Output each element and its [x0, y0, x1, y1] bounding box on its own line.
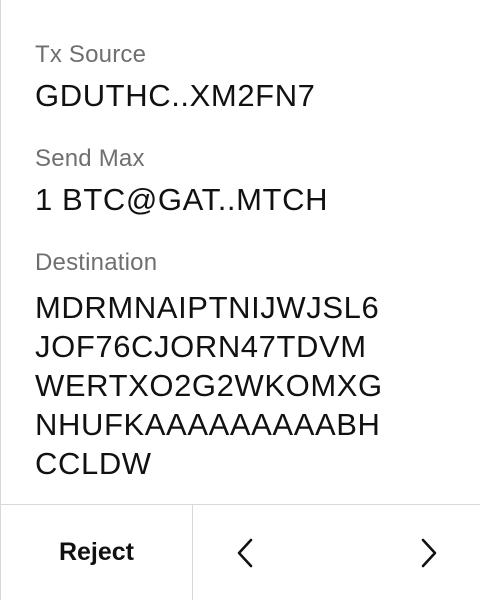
transaction-review-screen: Tx Source GDUTHC..XM2FN7 Send Max 1 BTC@… — [0, 0, 480, 600]
destination-value: MDRMNAIPTNIJWJSL6 JOF76CJORN47TDVM WERTX… — [35, 288, 383, 483]
page-navigation — [193, 505, 480, 600]
destination-label: Destination — [35, 249, 158, 276]
destination-line: CCLDW — [35, 446, 152, 481]
action-bar: Reject — [1, 504, 480, 600]
destination-line: JOF76CJORN47TDVM — [35, 329, 367, 364]
tx-source-field: Tx Source GDUTHC..XM2FN7 — [35, 40, 316, 114]
destination-line: MDRMNAIPTNIJWJSL6 — [35, 290, 380, 325]
tx-source-value: GDUTHC..XM2FN7 — [35, 78, 316, 113]
chevron-right-icon — [421, 538, 437, 567]
reject-button[interactable]: Reject — [1, 505, 193, 600]
next-button[interactable] — [399, 505, 459, 600]
send-max-value: 1 BTC@GAT..MTCH — [35, 182, 329, 217]
send-max-label: Send Max — [35, 145, 145, 172]
tx-source-label: Tx Source — [35, 41, 147, 68]
destination-field: Destination MDRMNAIPTNIJWJSL6 JOF76CJORN… — [35, 248, 383, 483]
chevron-left-icon — [237, 538, 253, 567]
send-max-field: Send Max 1 BTC@GAT..MTCH — [35, 144, 328, 218]
destination-line: WERTXO2G2WKOMXG — [35, 368, 383, 403]
destination-line: NHUFKAAAAAAAAABH — [35, 407, 381, 442]
previous-button[interactable] — [215, 505, 275, 600]
